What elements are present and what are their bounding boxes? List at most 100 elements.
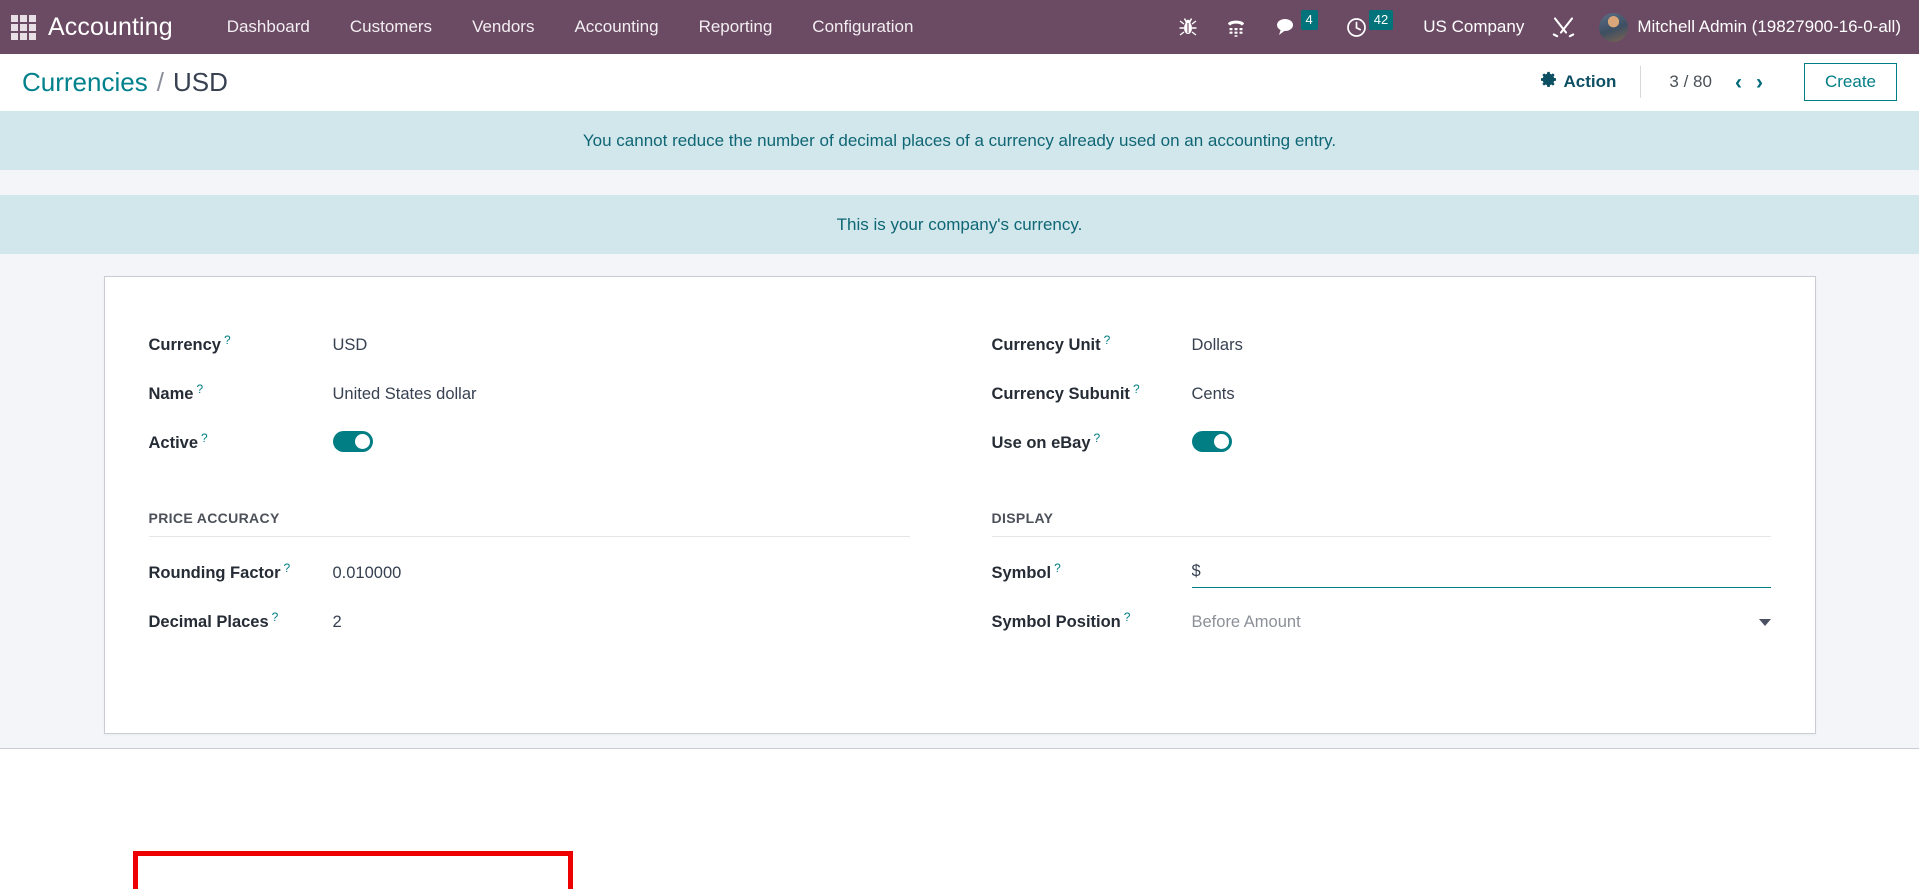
field-value-rounding-factor[interactable]: 0.010000: [333, 564, 910, 583]
menu-item-accounting[interactable]: Accounting: [554, 11, 678, 43]
record-pager: 3 / 80 ‹ ›: [1645, 72, 1778, 93]
field-label: Symbol ?: [991, 561, 1192, 583]
field-value-currency[interactable]: USD: [333, 336, 910, 355]
field-value-symbol-position: Before Amount: [1192, 613, 1771, 632]
messages-counter[interactable]: 4: [1261, 10, 1332, 37]
field-value-currency-unit[interactable]: Dollars: [1192, 336, 1771, 355]
menu-item-customers[interactable]: Customers: [330, 11, 452, 43]
breadcrumb: Currencies / USD: [22, 67, 228, 98]
breadcrumb-currencies[interactable]: Currencies: [22, 67, 148, 98]
symbol-input[interactable]: [1191, 559, 1771, 588]
use-on-ebay-toggle[interactable]: [1191, 430, 1232, 452]
field-label-text: Decimal Places: [148, 613, 269, 631]
symbol-position-select[interactable]: Before Amount: [1192, 613, 1771, 632]
main-menu: Dashboard Customers Vendors Accounting R…: [207, 11, 934, 43]
help-icon[interactable]: ?: [196, 382, 203, 396]
wrench-screwdriver-icon[interactable]: [1538, 16, 1589, 38]
control-panel: Currencies / USD Action 3 / 80 ‹ › Creat…: [0, 54, 1919, 111]
field-name: Name ? United States dollar: [149, 370, 910, 419]
field-value-use-on-ebay: [1191, 430, 1771, 457]
help-icon[interactable]: ?: [1124, 610, 1131, 624]
bug-icon[interactable]: [1165, 17, 1211, 37]
action-button[interactable]: Action: [1520, 71, 1637, 93]
page-body: Currency ? USD Name ? United States doll…: [0, 254, 1919, 889]
field-label: Active ?: [149, 431, 333, 453]
alert-company-currency: This is your company's currency.: [0, 195, 1919, 254]
alert-text: You cannot reduce the number of decimal …: [582, 130, 1337, 150]
field-label-text: Currency Subunit: [991, 385, 1130, 403]
apps-grid-icon[interactable]: [10, 14, 36, 40]
user-name-label: Mitchell Admin (19827900-16-0-all): [1637, 17, 1901, 36]
field-label-text: Name: [148, 385, 194, 403]
top-navbar: Accounting Dashboard Customers Vendors A…: [0, 0, 1919, 54]
control-panel-divider: [1640, 66, 1642, 98]
app-brand-accounting[interactable]: Accounting: [48, 13, 173, 42]
clock-icon: [1346, 17, 1367, 38]
field-rounding-factor: Rounding Factor ? 0.010000: [149, 549, 910, 598]
field-value-symbol: [1191, 559, 1771, 588]
below-page-area: [0, 749, 1919, 859]
field-label-text: Currency: [148, 336, 221, 354]
menu-item-vendors[interactable]: Vendors: [452, 11, 554, 43]
chevron-down-icon: [1758, 619, 1771, 626]
help-icon[interactable]: ?: [1104, 333, 1111, 347]
alert-gap: [0, 170, 1919, 195]
help-icon[interactable]: ?: [224, 333, 231, 347]
help-icon[interactable]: ?: [201, 431, 208, 445]
pager-count: 3 / 80: [1669, 72, 1712, 91]
field-use-on-ebay: Use on eBay ?: [992, 419, 1771, 468]
field-currency-unit: Currency Unit ? Dollars: [992, 321, 1771, 370]
field-value-decimal-places[interactable]: 2: [333, 613, 910, 632]
help-icon[interactable]: ?: [1133, 382, 1140, 396]
form-columns: Currency ? USD Name ? United States doll…: [148, 321, 1771, 647]
help-icon[interactable]: ?: [272, 610, 279, 624]
field-currency: Currency ? USD: [149, 321, 910, 370]
form-column-right: Currency Unit ? Dollars Currency Subunit…: [960, 321, 1771, 647]
form-sheet: Currency ? USD Name ? United States doll…: [103, 276, 1816, 734]
field-label: Currency Subunit ?: [991, 382, 1192, 404]
field-currency-subunit: Currency Subunit ? Cents: [992, 370, 1771, 419]
field-label: Name ?: [148, 382, 333, 404]
alert-decimal-places-warning: You cannot reduce the number of decimal …: [0, 111, 1919, 170]
section-title-price-accuracy: PRICE ACCURACY: [148, 510, 910, 537]
menu-item-reporting[interactable]: Reporting: [679, 11, 793, 43]
field-label-text: Use on eBay: [991, 434, 1091, 452]
avatar: [1599, 12, 1629, 42]
field-value-active: [332, 430, 910, 457]
form-column-left: Currency ? USD Name ? United States doll…: [148, 321, 960, 647]
alert-text: This is your company's currency.: [836, 214, 1083, 234]
user-menu[interactable]: Mitchell Admin (19827900-16-0-all): [1589, 12, 1901, 42]
field-value-name[interactable]: United States dollar: [333, 385, 910, 404]
field-label: Use on eBay ?: [991, 431, 1192, 453]
menu-item-configuration[interactable]: Configuration: [792, 11, 933, 43]
create-button[interactable]: Create: [1803, 63, 1897, 101]
field-label: Decimal Places ?: [148, 610, 333, 632]
navbar-right-tools: 4 42 US Company Mitchell Admin (19827900…: [1165, 10, 1901, 42]
field-label: Rounding Factor ?: [148, 561, 333, 583]
field-label-text: Symbol Position: [991, 613, 1121, 631]
field-label: Symbol Position ?: [991, 610, 1192, 632]
pager-previous-icon[interactable]: ‹: [1728, 72, 1749, 93]
field-active: Active ?: [149, 419, 910, 468]
action-label: Action: [1563, 72, 1617, 91]
activities-counter[interactable]: 42: [1332, 10, 1407, 38]
section-title-display: DISPLAY: [991, 510, 1771, 537]
field-value-currency-subunit[interactable]: Cents: [1192, 385, 1771, 404]
field-label: Currency ?: [148, 333, 333, 355]
field-label-text: Rounding Factor: [148, 564, 281, 582]
help-icon[interactable]: ?: [1094, 431, 1101, 445]
active-toggle[interactable]: [332, 430, 373, 452]
menu-item-dashboard[interactable]: Dashboard: [207, 11, 330, 43]
company-switcher[interactable]: US Company: [1407, 17, 1538, 37]
messages-badge: 4: [1300, 10, 1318, 30]
breadcrumb-usd: USD: [172, 66, 228, 97]
field-decimal-places: Decimal Places ? 2: [149, 598, 910, 647]
help-icon[interactable]: ?: [283, 561, 290, 575]
phone-dialpad-icon[interactable]: [1211, 17, 1261, 37]
control-panel-actions: Action 3 / 80 ‹ › Create: [1520, 63, 1897, 101]
field-label-text: Currency Unit: [991, 336, 1101, 354]
field-label-text: Symbol: [991, 564, 1052, 582]
pager-next-icon[interactable]: ›: [1749, 72, 1770, 93]
help-icon[interactable]: ?: [1054, 561, 1061, 575]
symbol-position-value: Before Amount: [1191, 613, 1301, 631]
